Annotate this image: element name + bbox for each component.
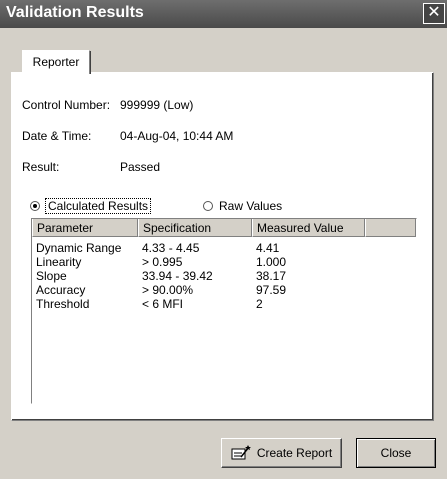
- cell-parameter: Dynamic Range: [36, 241, 122, 255]
- table-row[interactable]: Linearity > 0.995 1.000: [32, 255, 416, 269]
- cell-specification: 4.33 - 4.45: [142, 241, 200, 255]
- create-report-button[interactable]: Create Report: [221, 438, 342, 468]
- title-bar: Validation Results ✕: [0, 0, 447, 28]
- date-time-label: Date & Time:: [22, 129, 92, 143]
- column-header-parameter[interactable]: Parameter: [32, 219, 138, 237]
- table-row[interactable]: Dynamic Range 4.33 - 4.45 4.41: [32, 241, 416, 255]
- validation-results-window: Validation Results ✕ Reporter Control Nu…: [0, 0, 447, 479]
- table-header: Parameter Specification Measured Value: [32, 219, 416, 237]
- result-label: Result:: [22, 160, 60, 174]
- cell-measured-value: 38.17: [256, 269, 287, 283]
- cell-parameter: Accuracy: [36, 283, 86, 297]
- cell-measured-value: 1.000: [256, 255, 287, 269]
- radio-selected-icon: [30, 201, 40, 211]
- calculated-results-label: Calculated Results: [44, 198, 152, 214]
- close-button-label: Close: [380, 446, 412, 460]
- results-table[interactable]: Parameter Specification Measured Value D…: [31, 218, 417, 404]
- column-header-specification[interactable]: Specification: [138, 219, 252, 237]
- report-wand-icon: [231, 445, 251, 460]
- cell-measured-value: 2: [256, 297, 263, 311]
- cell-measured-value: 4.41: [256, 241, 280, 255]
- close-icon: ✕: [427, 4, 441, 21]
- raw-values-label: Raw Values: [219, 199, 283, 213]
- cell-specification: 33.94 - 39.42: [142, 269, 213, 283]
- radio-unselected-icon: [203, 201, 213, 211]
- table-row[interactable]: Accuracy > 90.00% 97.59: [32, 283, 416, 297]
- close-button[interactable]: Close: [356, 438, 436, 468]
- table-row[interactable]: Threshold < 6 MFI 2: [32, 297, 416, 311]
- calculated-results-radio[interactable]: Calculated Results: [30, 198, 152, 214]
- cell-parameter: Slope: [36, 269, 67, 283]
- cell-specification: > 90.00%: [142, 283, 194, 297]
- close-window-button[interactable]: ✕: [423, 3, 445, 24]
- table-body: Dynamic Range 4.33 - 4.45 4.41 Linearity…: [32, 241, 416, 311]
- cell-parameter: Threshold: [36, 297, 90, 311]
- cell-specification: > 0.995: [142, 255, 183, 269]
- table-row[interactable]: Slope 33.94 - 39.42 38.17: [32, 269, 416, 283]
- result-value: Passed: [120, 160, 161, 174]
- create-report-label: Create Report: [256, 446, 333, 460]
- control-number-value: 999999 (Low): [120, 98, 194, 112]
- control-number-label: Control Number:: [22, 98, 111, 112]
- cell-specification: < 6 MFI: [142, 297, 184, 311]
- raw-values-radio[interactable]: Raw Values: [203, 199, 282, 213]
- column-header-empty: [365, 219, 416, 237]
- column-header-measured-value[interactable]: Measured Value: [252, 219, 365, 237]
- cell-measured-value: 97.59: [256, 283, 287, 297]
- tab-reporter[interactable]: Reporter: [22, 50, 91, 74]
- cell-parameter: Linearity: [36, 255, 82, 269]
- window-title: Validation Results: [6, 4, 144, 21]
- date-time-value: 04-Aug-04, 10:44 AM: [120, 129, 234, 143]
